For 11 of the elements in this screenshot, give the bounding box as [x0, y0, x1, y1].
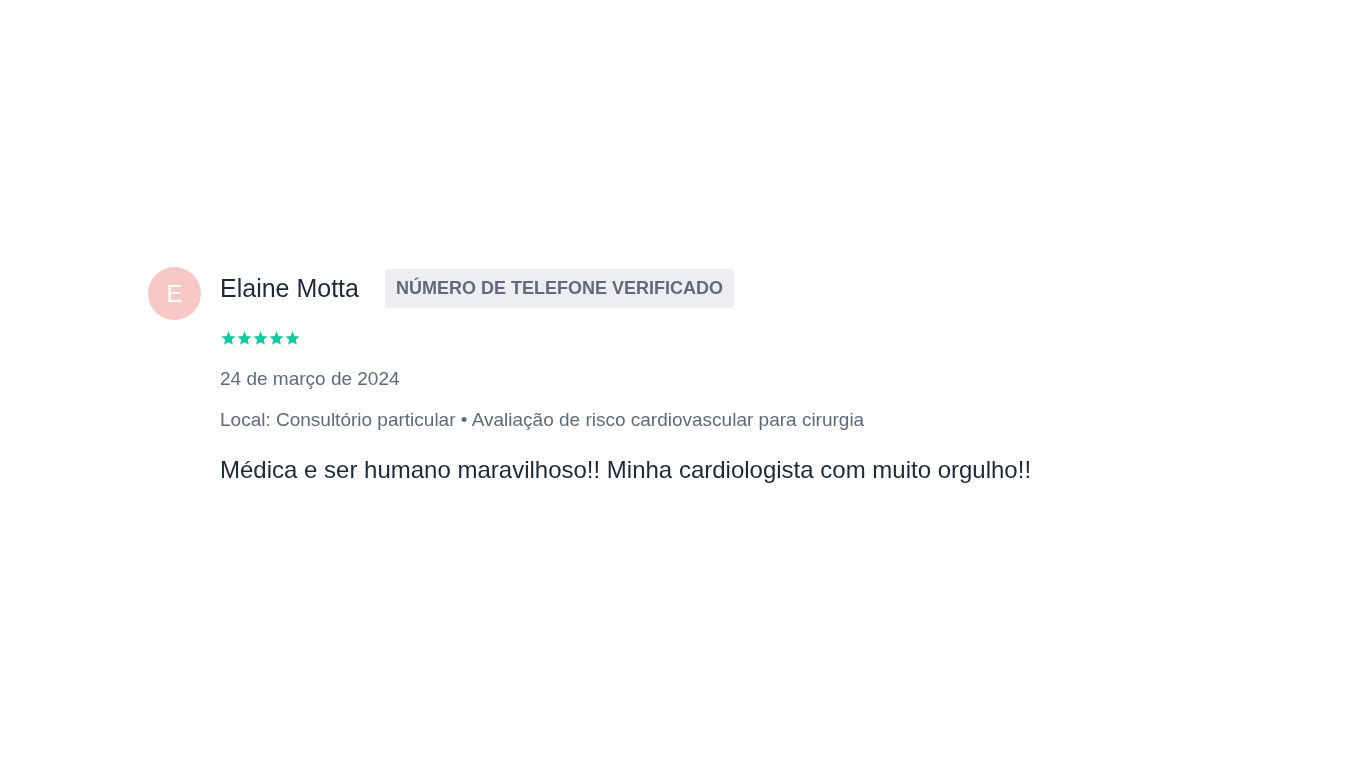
star-icon [268, 330, 285, 347]
review-details: Local: Consultório particular • Avaliação de risco cardiovascular para cirurgia [220, 407, 866, 432]
star-icon [252, 330, 269, 347]
star-icon [236, 330, 253, 347]
verified-badge: NÚMERO DE TELEFONE VERIFICADO [384, 269, 734, 308]
star-icon [284, 330, 301, 347]
author-name: Elaine Motta [220, 272, 359, 304]
review-date: 24 de março de 2024 [220, 367, 401, 391]
review-text: Médica e ser humano maravilhoso!! Minha cardiologista com muito orgulho!! [220, 455, 1032, 485]
avatar: E [148, 267, 201, 320]
star-icon [220, 330, 237, 347]
